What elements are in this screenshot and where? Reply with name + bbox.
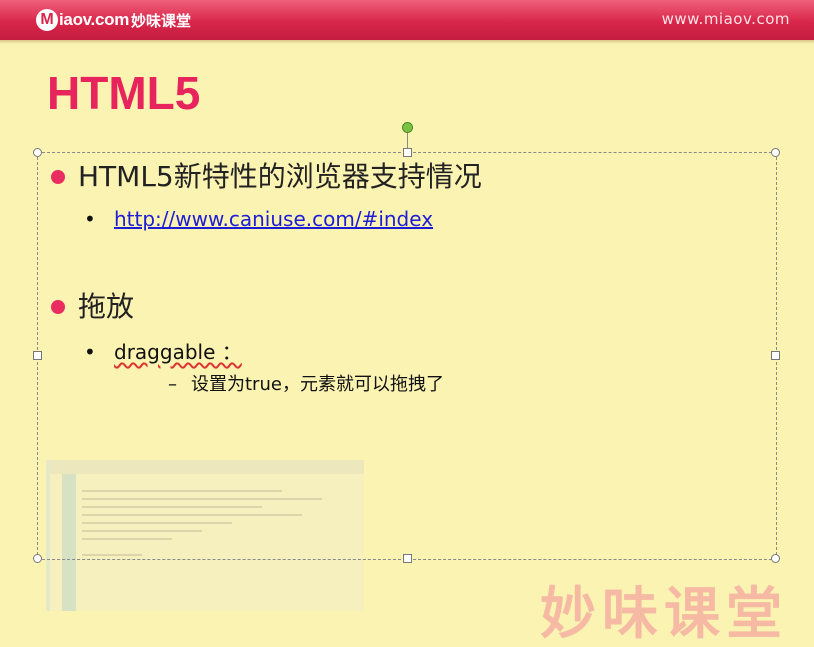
logo-text: iaov.com bbox=[59, 10, 130, 29]
section-heading: 拖放 bbox=[78, 290, 135, 323]
resize-handle-top-left[interactable] bbox=[33, 148, 42, 157]
header-bar: M iaov.com 妙味课堂 www.miaov.com bbox=[0, 0, 814, 40]
bullet-dot bbox=[51, 170, 65, 184]
rotate-handle[interactable] bbox=[402, 122, 413, 133]
section-heading: HTML5新特性的浏览器支持情况 bbox=[78, 160, 482, 193]
resize-handle-bottom-left[interactable] bbox=[33, 554, 42, 563]
site-url: www.miaov.com bbox=[661, 10, 790, 28]
resize-handle-top[interactable] bbox=[403, 148, 412, 157]
logo-mark: M bbox=[36, 9, 58, 31]
logo-cn: 妙味课堂 bbox=[131, 11, 192, 30]
rotate-stem bbox=[407, 132, 408, 148]
resize-handle-bottom-right[interactable] bbox=[771, 554, 780, 563]
logo: M iaov.com 妙味课堂 bbox=[36, 7, 191, 33]
bullet-dot bbox=[51, 300, 65, 314]
caniuse-link[interactable]: http://www.caniuse.com/#index bbox=[114, 207, 433, 231]
brand-watermark: 妙味课堂 bbox=[540, 582, 788, 647]
sub-bullet: • bbox=[84, 340, 96, 364]
resize-handle-top-right[interactable] bbox=[771, 148, 780, 157]
draggable-label: draggable ： bbox=[114, 340, 242, 364]
sub-bullet: • bbox=[84, 207, 96, 231]
resize-handle-left[interactable] bbox=[33, 351, 42, 360]
resize-handle-bottom[interactable] bbox=[403, 554, 412, 563]
draggable-description: 设置为true，元素就可以拖拽了 bbox=[191, 374, 444, 395]
header-shadow bbox=[0, 40, 814, 44]
slide-title: HTML5 bbox=[47, 67, 201, 119]
resize-handle-right[interactable] bbox=[771, 351, 780, 360]
sub-sub-dash: – bbox=[168, 374, 177, 395]
